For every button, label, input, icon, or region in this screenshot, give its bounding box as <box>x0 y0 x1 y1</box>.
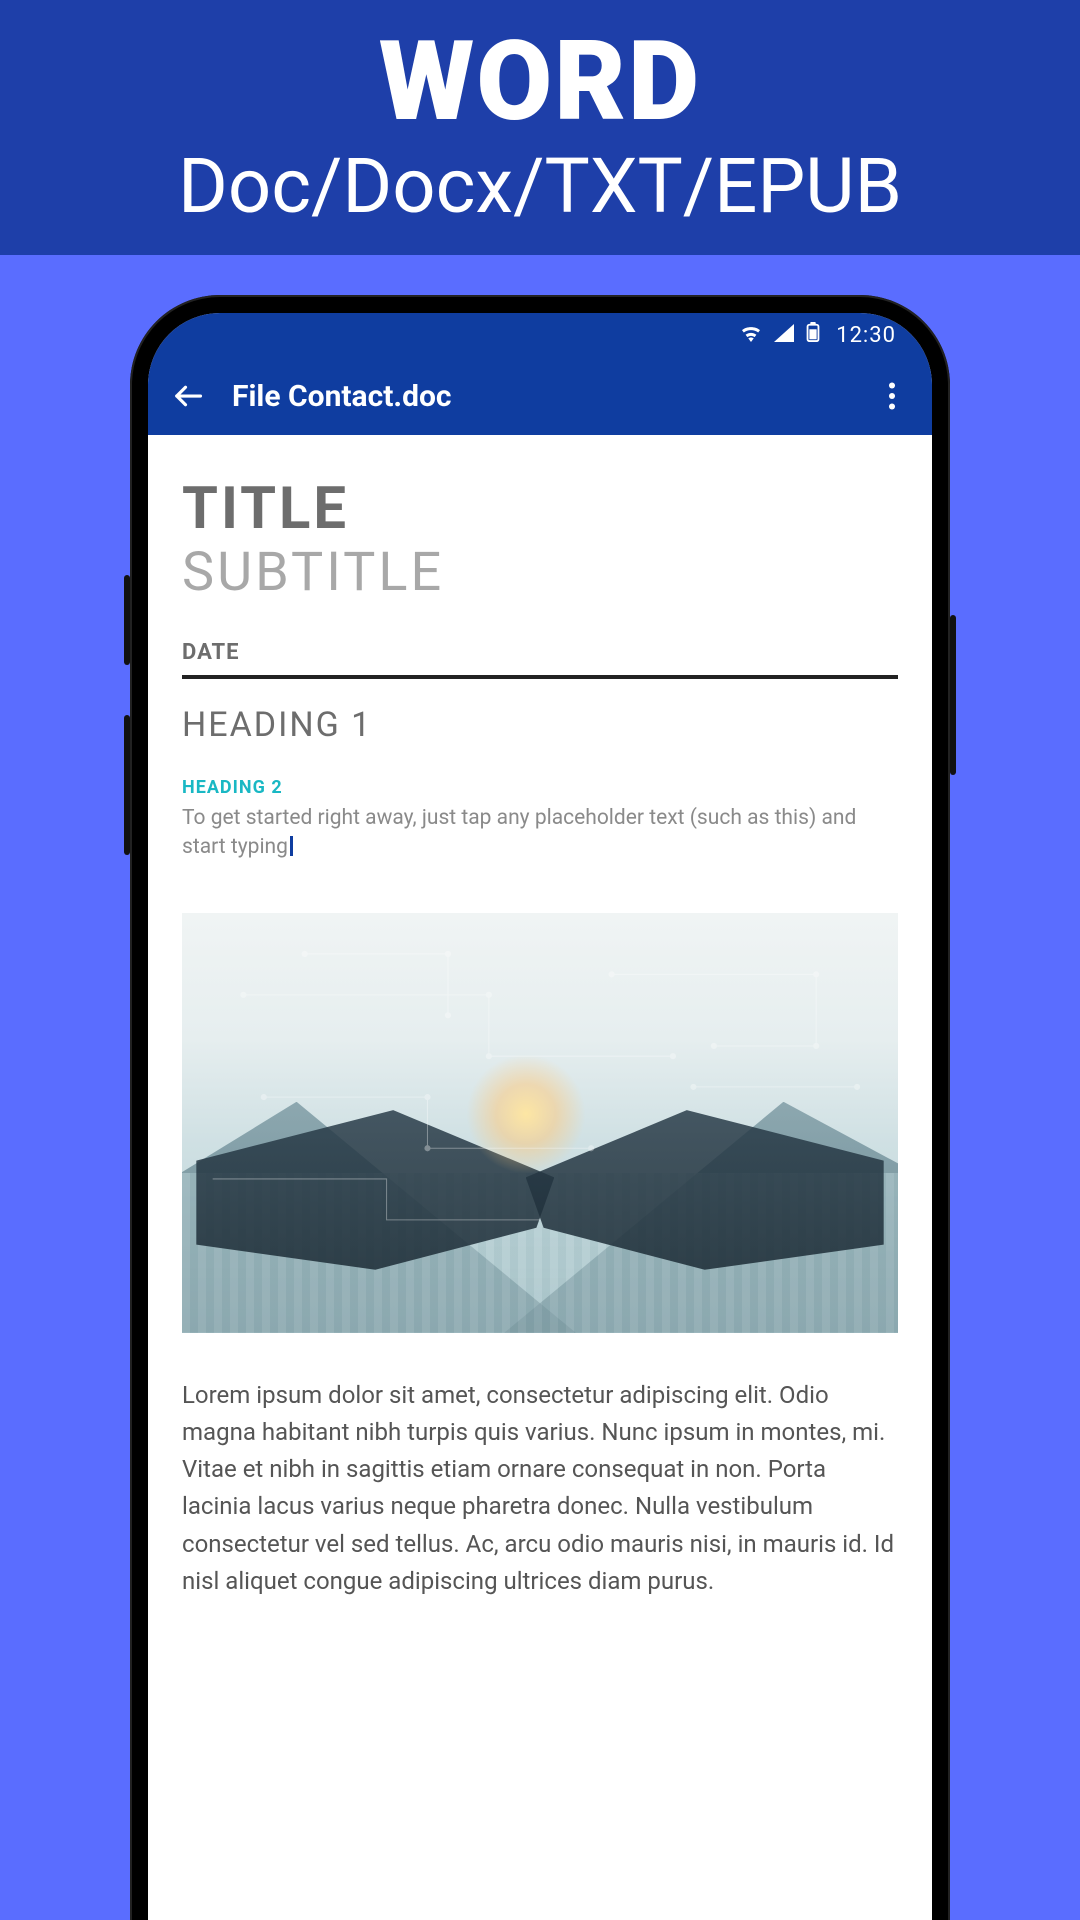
promo-header: WORD Doc/Docx/TXT/EPUB <box>0 0 1080 255</box>
doc-heading-1[interactable]: HEADING 1 <box>182 705 898 745</box>
doc-date-label[interactable]: DATE <box>182 640 898 665</box>
doc-body-text[interactable]: Lorem ipsum dolor sit amet, consectetur … <box>182 1377 898 1600</box>
status-time: 12:30 <box>836 323 896 348</box>
phone-side-button <box>950 615 956 775</box>
promo-subtitle: Doc/Docx/TXT/EPUB <box>178 145 902 229</box>
more-options-button[interactable] <box>876 380 908 412</box>
doc-divider <box>182 675 898 679</box>
document-viewport[interactable]: TITLE SUBTITLE DATE HEADING 1 HEADING 2 … <box>148 435 932 1920</box>
status-bar: 12:30 <box>148 313 932 357</box>
phone-side-button <box>124 575 130 665</box>
doc-subtitle[interactable]: SUBTITLE <box>182 541 898 604</box>
doc-intro-span: To get started right away, just tap any … <box>182 806 856 859</box>
stage: 12:30 File Contact.doc TITLE SUBTITLE DA… <box>0 255 1080 1920</box>
text-cursor <box>290 836 293 856</box>
battery-icon <box>806 322 820 348</box>
doc-image[interactable] <box>182 913 898 1333</box>
promo-title: WORD <box>379 27 701 137</box>
app-bar: File Contact.doc <box>148 357 932 435</box>
doc-heading-2[interactable]: HEADING 2 <box>182 777 898 798</box>
back-button[interactable] <box>172 380 204 412</box>
appbar-title: File Contact.doc <box>232 379 848 414</box>
phone-frame: 12:30 File Contact.doc TITLE SUBTITLE DA… <box>130 295 950 1920</box>
doc-title[interactable]: TITLE <box>182 475 898 543</box>
wifi-icon <box>740 323 762 348</box>
phone-side-button <box>124 715 130 855</box>
phone-screen: 12:30 File Contact.doc TITLE SUBTITLE DA… <box>148 313 932 1920</box>
cellular-icon <box>774 323 794 348</box>
doc-intro-text[interactable]: To get started right away, just tap any … <box>182 804 898 863</box>
